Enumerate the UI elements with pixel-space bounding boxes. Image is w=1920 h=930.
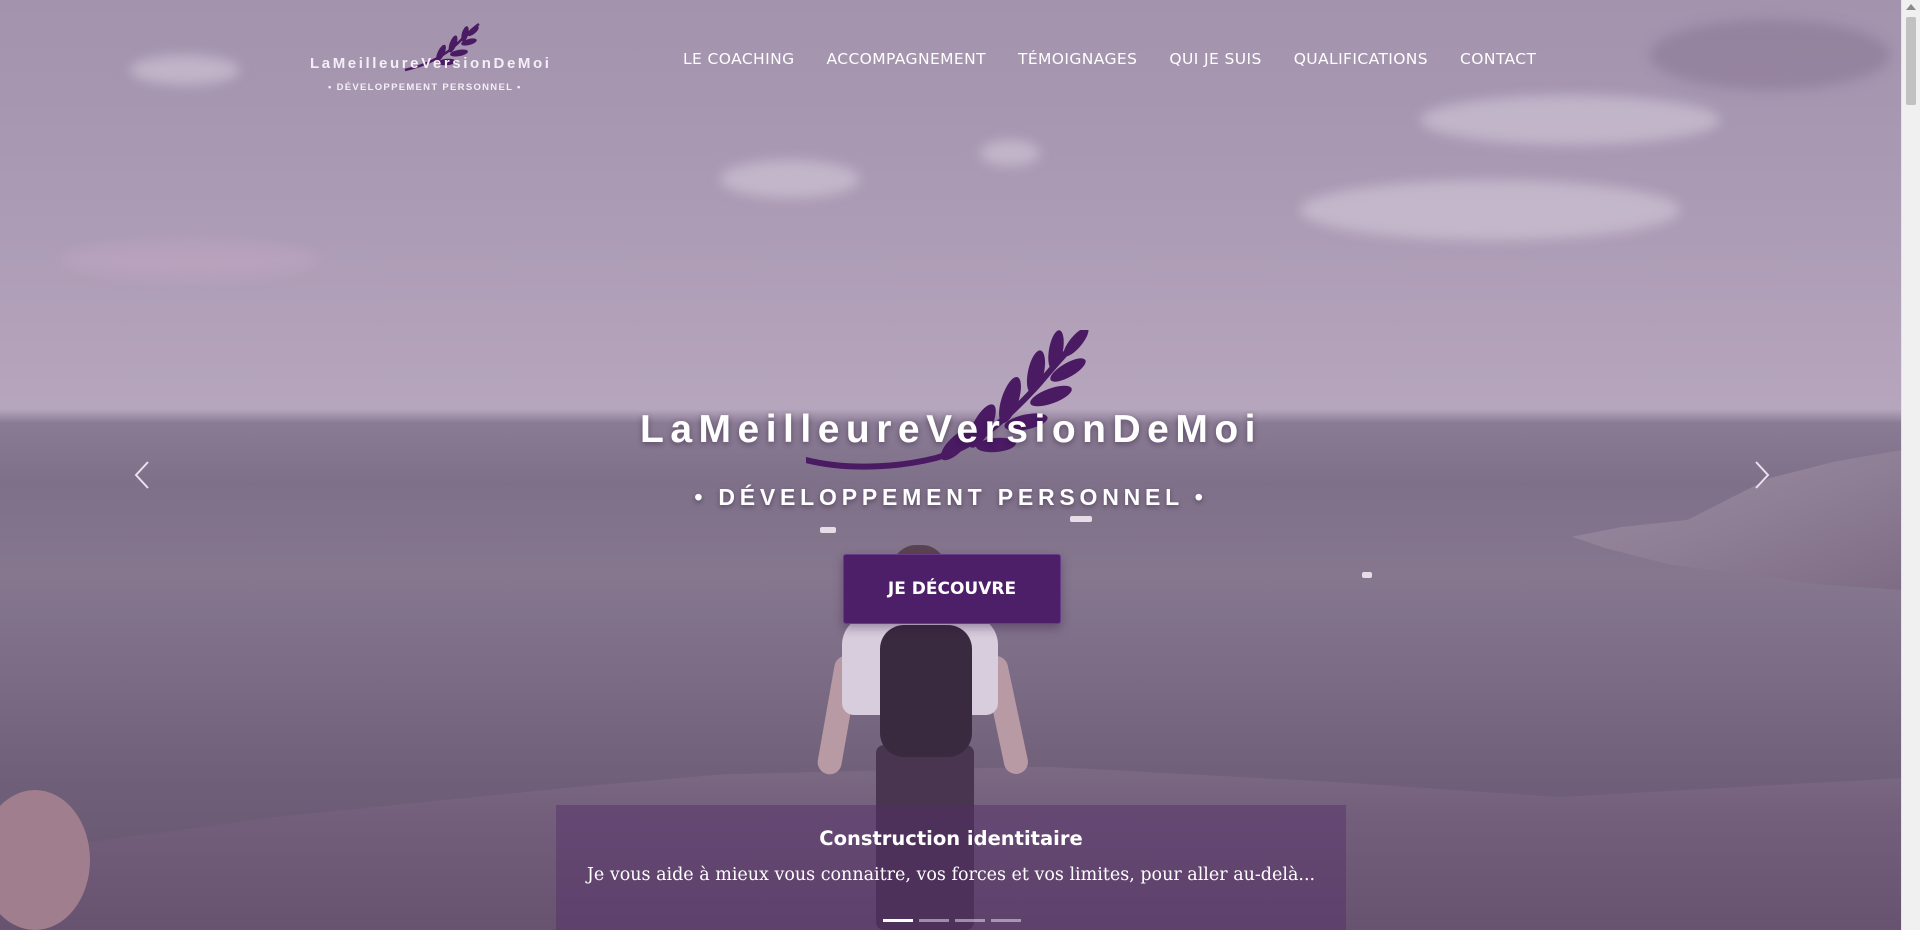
nav-item-contact[interactable]: CONTACT bbox=[1460, 50, 1536, 68]
carousel-prev-button[interactable] bbox=[130, 460, 156, 490]
carousel-caption: Construction identitaire Je vous aide à … bbox=[556, 805, 1346, 930]
nav-item-temoignages[interactable]: TÉMOIGNAGES bbox=[1018, 50, 1137, 68]
carousel-indicator-1[interactable] bbox=[883, 919, 913, 922]
page-scrollbar[interactable] bbox=[1901, 0, 1920, 930]
carousel-next-button[interactable] bbox=[1748, 460, 1774, 490]
logo-name: LaMeilleureVersionDeMoi bbox=[310, 55, 552, 72]
carousel-indicator-4[interactable] bbox=[991, 919, 1021, 922]
caption-text: Je vous aide à mieux vous connaitre, vos… bbox=[586, 865, 1316, 885]
hero-subtitle: • DÉVELOPPEMENT PERSONNEL • bbox=[694, 484, 1208, 510]
nav-item-le-coaching[interactable]: LE COACHING bbox=[683, 50, 795, 68]
logo-tagline: • DÉVELOPPEMENT PERSONNEL • bbox=[328, 82, 522, 93]
caption-title: Construction identitaire bbox=[819, 827, 1083, 850]
carousel-indicators bbox=[883, 919, 1021, 922]
chevron-left-icon bbox=[134, 461, 149, 489]
scrollbar-thumb[interactable] bbox=[1906, 17, 1916, 105]
site-logo[interactable]: LaMeilleureVersionDeMoi • DÉVELOPPEMENT … bbox=[308, 22, 549, 100]
nav-item-qui-je-suis[interactable]: QUI JE SUIS bbox=[1169, 50, 1261, 68]
discover-button[interactable]: JE DÉCOUVRE bbox=[843, 554, 1061, 624]
nav-item-qualifications[interactable]: QUALIFICATIONS bbox=[1294, 50, 1428, 68]
carousel-indicator-2[interactable] bbox=[919, 919, 949, 922]
carousel-indicator-3[interactable] bbox=[955, 919, 985, 922]
chevron-right-icon bbox=[1755, 461, 1770, 489]
main-menu: LE COACHING ACCOMPAGNEMENT TÉMOIGNAGES Q… bbox=[683, 50, 1568, 68]
scroll-up-icon[interactable] bbox=[1906, 4, 1916, 10]
hero-leaf-icon bbox=[806, 330, 1089, 470]
hero-title: LaMeilleureVersionDeMoi bbox=[640, 408, 1262, 451]
nav-item-accompagnement[interactable]: ACCOMPAGNEMENT bbox=[827, 50, 986, 68]
site-header: LaMeilleureVersionDeMoi • DÉVELOPPEMENT … bbox=[0, 0, 1902, 120]
